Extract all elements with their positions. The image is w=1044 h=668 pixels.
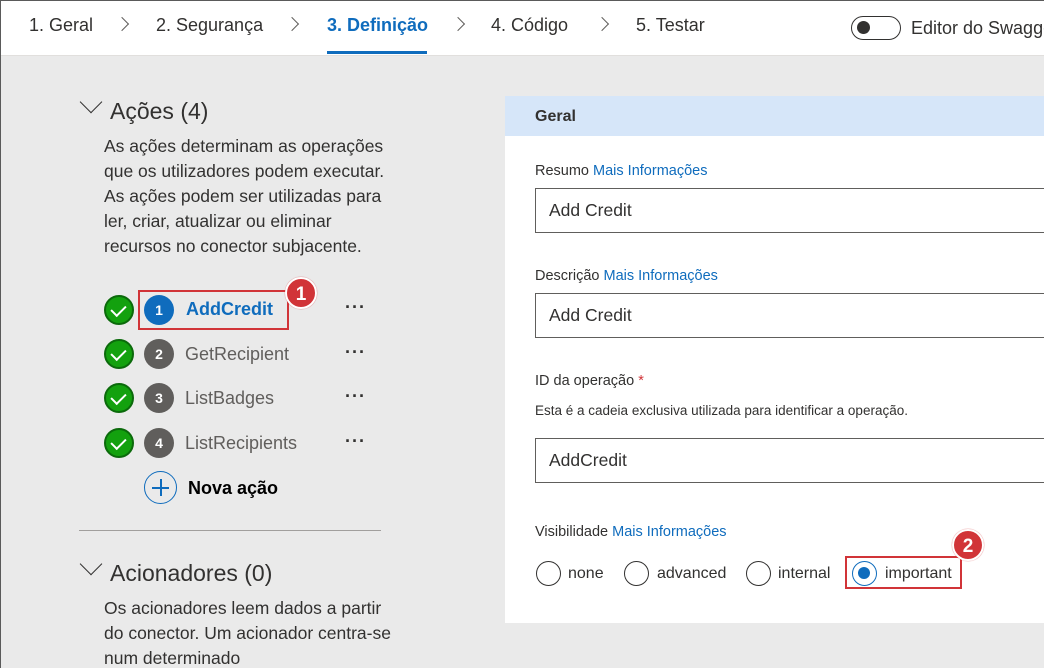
summary-label: Resumo Mais Informações (535, 163, 708, 179)
action-number-badge: 1 (144, 295, 174, 325)
operation-id-input[interactable] (535, 438, 1044, 483)
action-item-listrecipients[interactable]: ListRecipients (185, 433, 297, 454)
checkmark-success-icon (104, 428, 134, 458)
new-action-button[interactable]: Nova ação (188, 478, 278, 499)
more-options-icon[interactable]: ··· (345, 342, 366, 363)
action-item-listbadges[interactable]: ListBadges (185, 388, 274, 409)
visibility-more-info-link[interactable]: Mais Informações (612, 524, 726, 540)
action-number-badge: 3 (144, 383, 174, 413)
more-options-icon[interactable]: ··· (345, 431, 366, 452)
action-number-badge: 2 (144, 339, 174, 369)
checkmark-success-icon (104, 383, 134, 413)
summary-more-info-link[interactable]: Mais Informações (593, 163, 707, 179)
radio-important[interactable] (852, 561, 877, 586)
summary-input[interactable] (535, 188, 1044, 233)
step-definition[interactable]: 3. Definição (327, 15, 428, 36)
description-input[interactable] (535, 293, 1044, 338)
triggers-section-title[interactable]: Acionadores (0) (110, 560, 272, 587)
step-general[interactable]: 1. Geral (29, 15, 93, 36)
required-asterisk: * (638, 373, 644, 389)
more-options-icon[interactable]: ··· (345, 297, 366, 318)
more-options-icon[interactable]: ··· (345, 386, 366, 407)
triggers-section-description: Os acionadores leem dados a partir do co… (104, 598, 391, 668)
operation-id-label: ID da operação * (535, 373, 644, 389)
radio-internal-label[interactable]: internal (778, 565, 830, 583)
action-item-addcredit[interactable]: AddCredit (186, 299, 273, 320)
general-card-header (505, 96, 1044, 136)
callout-badge-2: 2 (952, 529, 984, 561)
step-code[interactable]: 4. Código (491, 15, 568, 36)
actions-section-title[interactable]: Ações (4) (110, 98, 208, 125)
swagger-editor-label: Editor do Swagger (911, 18, 1044, 38)
swagger-editor-toggle[interactable] (851, 16, 901, 40)
operation-id-help-text: Esta é a cadeia exclusiva utilizada para… (535, 403, 908, 418)
plus-icon[interactable] (144, 471, 177, 504)
radio-none[interactable] (536, 561, 561, 586)
radio-advanced-label[interactable]: advanced (657, 565, 726, 583)
radio-important-label[interactable]: important (885, 565, 952, 583)
actions-section-description: As ações determinam as operações que os … (104, 136, 385, 256)
toggle-knob (857, 21, 870, 34)
radio-advanced[interactable] (624, 561, 649, 586)
radio-none-label[interactable]: none (568, 565, 604, 583)
action-number-badge: 4 (144, 428, 174, 458)
step-test[interactable]: 5. Testar (636, 15, 705, 36)
general-card-title: Geral (535, 108, 576, 125)
callout-badge-1: 1 (285, 277, 317, 309)
checkmark-success-icon (104, 295, 134, 325)
description-label: Descrição Mais Informações (535, 268, 718, 284)
visibility-label: Visibilidade Mais Informações (535, 524, 727, 540)
active-step-underline (327, 51, 427, 54)
radio-internal[interactable] (746, 561, 771, 586)
checkmark-success-icon (104, 339, 134, 369)
action-item-getrecipient[interactable]: GetRecipient (185, 344, 289, 365)
description-more-info-link[interactable]: Mais Informações (604, 268, 718, 284)
step-security[interactable]: 2. Segurança (156, 15, 263, 36)
section-divider (79, 530, 381, 531)
